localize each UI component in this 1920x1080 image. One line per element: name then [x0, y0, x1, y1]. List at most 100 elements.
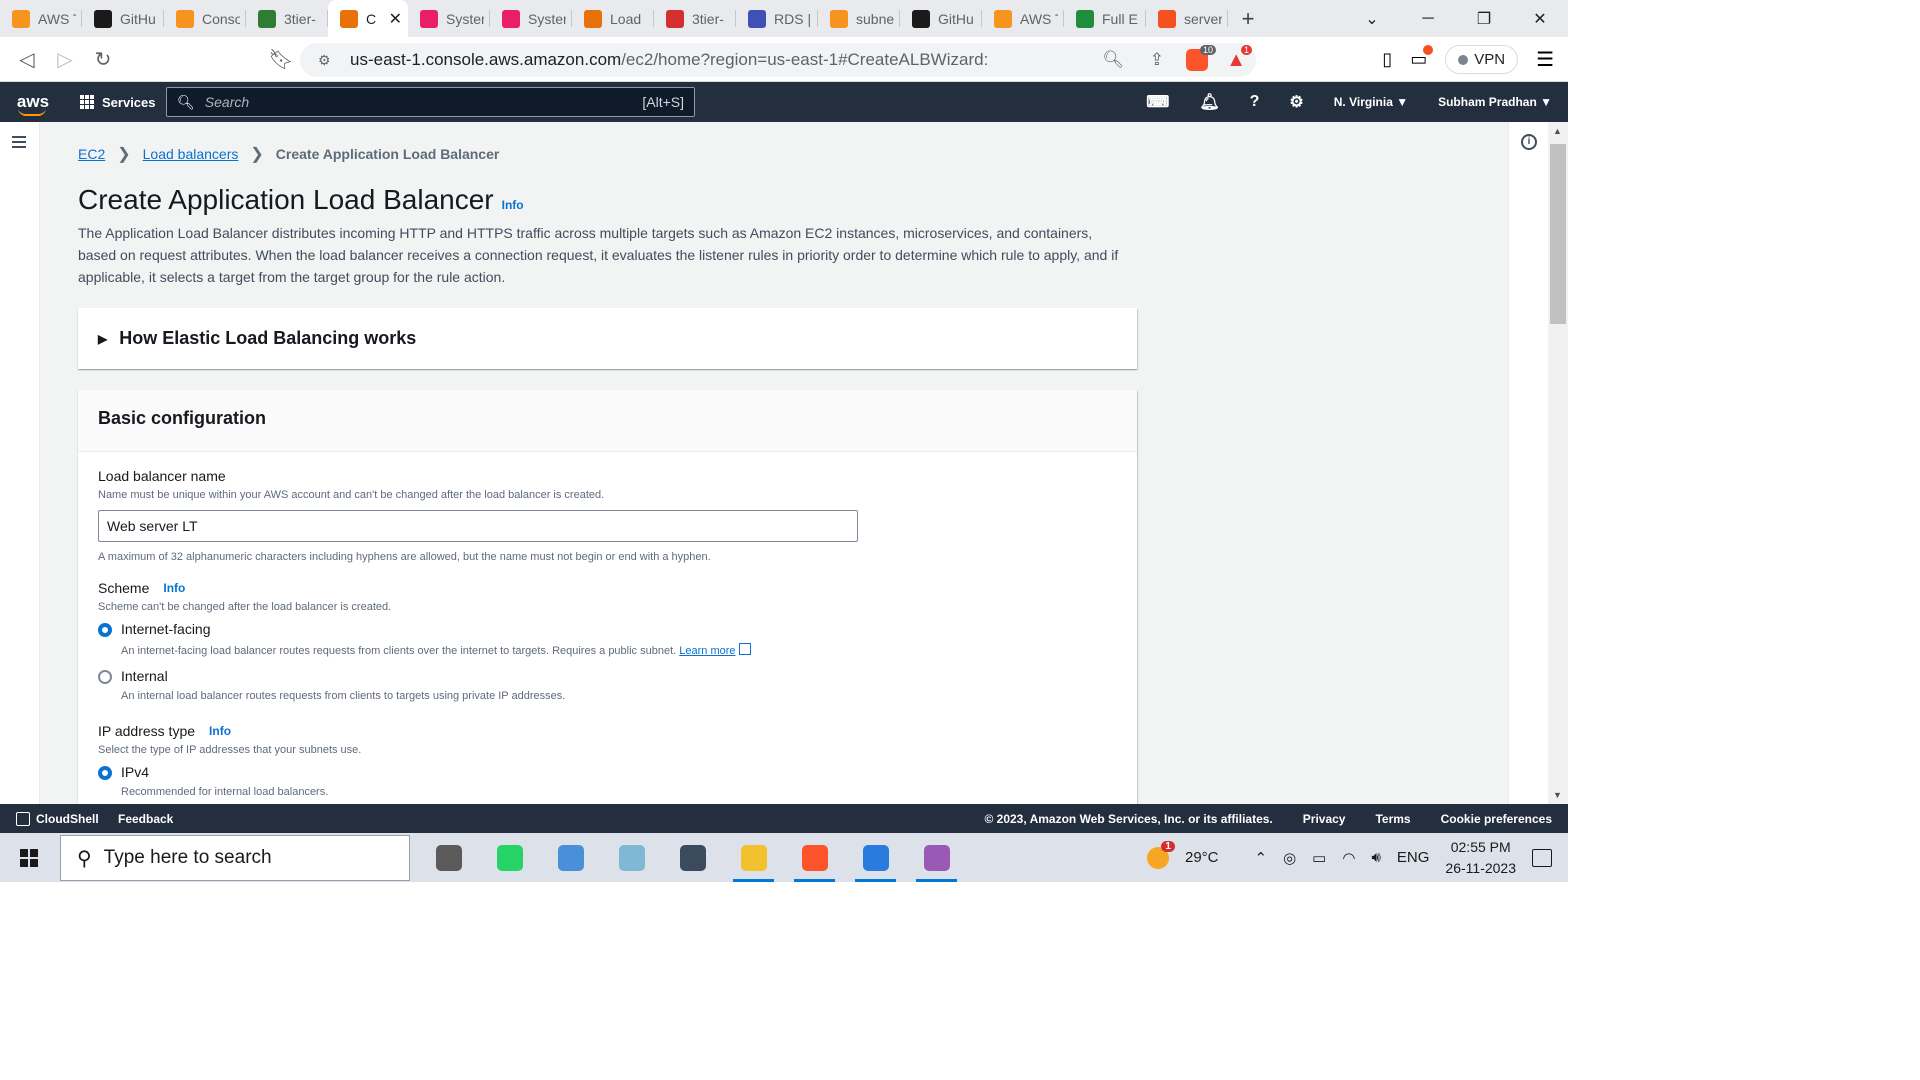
whatsapp-taskbar-button[interactable] [479, 833, 540, 882]
language-indicator[interactable]: ENG [1397, 849, 1430, 866]
address-bar[interactable]: ⚙ us-east-1.console.aws.amazon.com/ec2/h… [300, 43, 1256, 77]
bookmark-icon[interactable]: 🔖︎ [262, 47, 300, 72]
scroll-down-icon[interactable]: ▼ [1553, 790, 1562, 800]
sidebar-toggle-icon[interactable]: ▯ [1382, 49, 1392, 70]
zoom-icon[interactable]: 🔍︎ [1102, 50, 1124, 70]
tab-label: Full E [1102, 10, 1138, 27]
tab-label: 3tier- [284, 10, 316, 27]
scrollbar-thumb[interactable] [1550, 144, 1566, 324]
photos-taskbar-button[interactable] [845, 833, 906, 882]
task-view-taskbar-button[interactable] [418, 833, 479, 882]
volume-icon[interactable]: 🔊︎ [1371, 849, 1380, 866]
cloudshell-button[interactable]: CloudShell [0, 811, 118, 826]
search-shortcut: [Alt+S] [642, 94, 684, 110]
browser-tab[interactable]: server [1146, 0, 1228, 37]
minimize-icon[interactable]: ─ [1400, 10, 1456, 28]
lb-name-input[interactable] [98, 510, 858, 542]
camera-taskbar-button[interactable] [662, 833, 723, 882]
weather-icon[interactable]: 1 [1146, 840, 1175, 869]
how-elb-works-expander[interactable]: ▶ How Elastic Load Balancing works [78, 308, 1137, 369]
browser-tab[interactable]: GitHu [82, 0, 164, 37]
scheme-internal-radio[interactable]: Internal An internal load balancer route… [98, 668, 751, 702]
temperature[interactable]: 29°C [1185, 849, 1219, 866]
ip-type-description: Select the type of IP addresses that you… [98, 744, 362, 756]
scroll-up-icon[interactable]: ▲ [1553, 126, 1562, 136]
brave-taskbar-button[interactable] [784, 833, 845, 882]
browser-tab[interactable]: Load [572, 0, 654, 37]
url-host: us-east-1.console.aws.amazon.com [350, 50, 622, 69]
lb-name-field: Load balancer name Name must be unique w… [98, 468, 604, 501]
breadcrumb-ec2[interactable]: EC2 [78, 146, 105, 162]
aws-search-input[interactable]: 🔍︎ Search [Alt+S] [166, 87, 695, 117]
cookie-preferences-link[interactable]: Cookie preferences [1441, 812, 1552, 826]
meet-now-icon[interactable]: ◎ [1283, 849, 1296, 867]
browser-tab[interactable]: 3tier- [246, 0, 328, 37]
browser-tab[interactable]: GitHu [900, 0, 982, 37]
taskbar-search-box[interactable]: ⚲ Type here to search [60, 835, 410, 881]
laptop-app-taskbar-button[interactable] [540, 833, 601, 882]
scheme-internet-facing-radio[interactable]: Internet-facing An internet-facing load … [98, 621, 751, 657]
wallet-icon[interactable]: ▭ [1410, 45, 1434, 70]
page-title: Create Application Load Balancer Info [78, 184, 524, 216]
browser-tab[interactable]: AWS T [982, 0, 1064, 37]
ip-type-info-link[interactable]: Info [209, 724, 231, 738]
site-settings-icon[interactable]: ⚙ [318, 52, 331, 69]
battery-icon[interactable]: ▭ [1312, 849, 1326, 867]
browser-tab[interactable]: AWS T [0, 0, 82, 37]
forward-icon[interactable]: ▷ [46, 47, 84, 72]
browser-tab[interactable]: Syster [490, 0, 572, 37]
browser-tab[interactable]: Conso [164, 0, 246, 37]
show-hidden-icons[interactable]: ⌃ [1255, 849, 1268, 867]
back-icon[interactable]: ◁ [8, 47, 46, 72]
learn-more-link[interactable]: Learn more [679, 645, 735, 657]
ip-type-ipv4-radio[interactable]: IPv4 Recommended for internal load balan… [98, 764, 361, 798]
file-explorer-taskbar-button[interactable] [723, 833, 784, 882]
account-menu[interactable]: Subham Pradhan ▼ [1438, 95, 1552, 109]
feedback-link[interactable]: Feedback [118, 812, 173, 826]
git-app-taskbar-button[interactable] [906, 833, 967, 882]
close-window-icon[interactable]: ✕ [1512, 9, 1568, 29]
notebook-app-taskbar-button[interactable] [601, 833, 662, 882]
browser-tab[interactable]: Syster [408, 0, 490, 37]
task-view-icon [435, 844, 462, 871]
page-info-link[interactable]: Info [502, 198, 524, 212]
lb-name-description: Name must be unique within your AWS acco… [98, 489, 605, 501]
breadcrumb: EC2 ❯ Load balancers ❯ Create Applicatio… [78, 144, 499, 164]
close-tab-icon[interactable]: ✕ [389, 9, 402, 29]
clock[interactable]: 02:55 PM 26-11-2023 [1445, 837, 1516, 879]
menu-icon[interactable]: ☰ [1536, 47, 1554, 72]
share-icon[interactable]: ⇪ [1150, 50, 1164, 70]
settings-icon[interactable]: ⚙ [1289, 92, 1303, 112]
start-button[interactable] [0, 848, 58, 867]
cloudshell-icon[interactable]: ⌨ [1146, 92, 1169, 112]
tab-label: Syster [528, 10, 566, 27]
notification-center-icon[interactable] [1532, 848, 1552, 867]
browser-tab[interactable]: RDS | [736, 0, 818, 37]
vpn-button[interactable]: VPN [1445, 45, 1519, 74]
new-tab-button[interactable]: + [1228, 6, 1268, 32]
privacy-link[interactable]: Privacy [1303, 812, 1346, 826]
vpn-label: VPN [1474, 51, 1506, 68]
browser-tab[interactable]: C ✕ [328, 0, 408, 37]
terms-link[interactable]: Terms [1375, 812, 1410, 826]
page-scrollbar[interactable]: ▲ ▼ [1548, 122, 1568, 804]
services-menu[interactable]: Services [66, 95, 166, 110]
tab-search-icon[interactable]: ⌄ [1344, 9, 1400, 29]
region-selector[interactable]: N. Virginia ▼ [1334, 95, 1408, 109]
help-icon[interactable]: ? [1250, 93, 1260, 111]
laptop-app-icon [557, 844, 584, 871]
restore-icon[interactable]: ❐ [1456, 9, 1512, 29]
scheme-info-link[interactable]: Info [163, 581, 185, 595]
browser-tab[interactable]: subne [818, 0, 900, 37]
browser-tab[interactable]: Full E [1064, 0, 1146, 37]
side-nav-rail [0, 122, 40, 804]
hamburger-menu-icon[interactable] [12, 136, 26, 151]
breadcrumb-load-balancers[interactable]: Load balancers [143, 146, 239, 162]
radio-unselected-icon [98, 670, 112, 684]
info-icon[interactable]: i [1521, 134, 1537, 150]
reload-icon[interactable]: ↻ [84, 47, 122, 72]
aws-logo[interactable]: aws [0, 92, 66, 116]
browser-tab[interactable]: 3tier- [654, 0, 736, 37]
notifications-icon[interactable]: 🔔︎ [1199, 92, 1219, 112]
wifi-icon[interactable]: ◠ [1342, 849, 1355, 867]
